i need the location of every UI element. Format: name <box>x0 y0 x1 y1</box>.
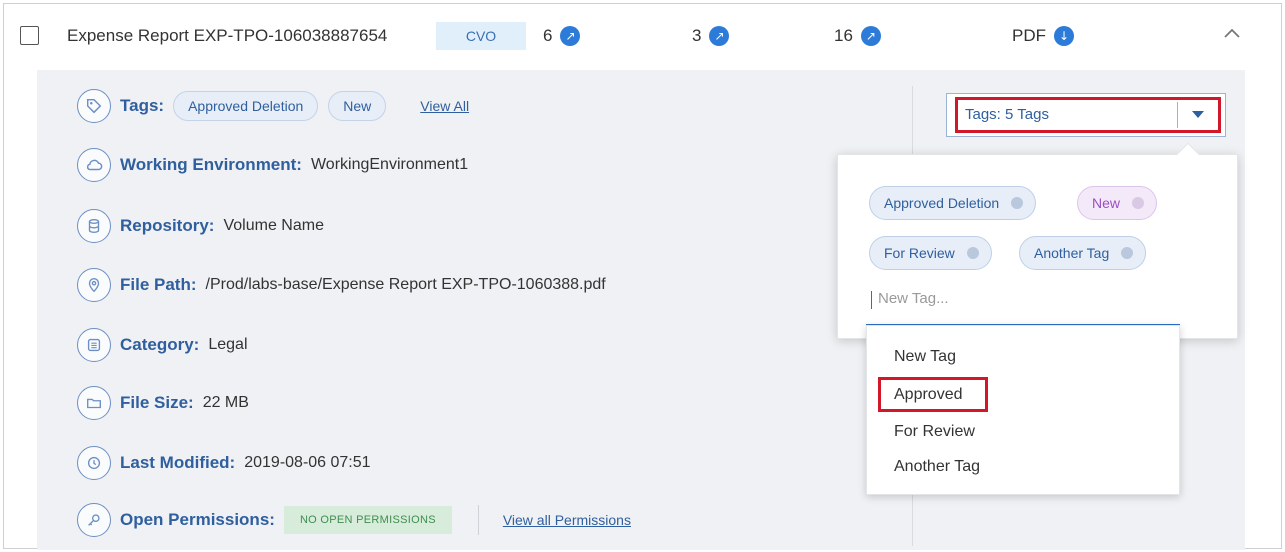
count-2-value: 3 <box>692 26 702 45</box>
repository-label: Repository: <box>120 216 215 235</box>
category-value: Legal <box>208 336 248 353</box>
tag-approved-deletion[interactable]: Approved Deletion <box>173 91 319 121</box>
last-modified-value: 2019-08-06 07:51 <box>244 454 371 471</box>
file-type-value: PDF <box>1012 26 1046 45</box>
key-icon <box>77 503 111 537</box>
selected-tag[interactable]: For Review <box>869 236 992 270</box>
open-permissions-label: Open Permissions: <box>120 510 275 529</box>
view-all-tags-link[interactable]: View All <box>420 98 469 114</box>
new-tag-input[interactable]: New Tag... <box>866 282 1180 326</box>
file-path-row: File Path: /Prod/labs-base/Expense Repor… <box>77 268 606 302</box>
environment-type-badge: CVO <box>436 22 526 50</box>
chevron-up-icon[interactable] <box>1220 22 1244 46</box>
remove-tag-icon[interactable] <box>966 247 979 259</box>
last-modified-label: Last Modified: <box>120 453 236 472</box>
working-environment-label: Working Environment: <box>120 155 302 174</box>
selected-tag-label: New <box>1092 195 1121 211</box>
selected-tag-label: Approved Deletion <box>884 195 1000 211</box>
new-tag-placeholder: New Tag... <box>878 290 949 307</box>
file-size-row: File Size: 22 MB <box>77 386 249 420</box>
cloud-icon <box>77 148 111 182</box>
tags-label: Tags: <box>120 96 165 115</box>
view-all-permissions-link[interactable]: View all Permissions <box>503 512 631 528</box>
open-link-icon[interactable] <box>709 26 730 46</box>
remove-tag-icon[interactable] <box>1011 197 1024 209</box>
list-icon <box>77 328 111 362</box>
tag-new[interactable]: New <box>328 91 387 121</box>
result-header: Expense Report EXP-TPO-106038887654 CVO … <box>4 4 1281 66</box>
menu-item-for-review[interactable]: For Review <box>894 423 975 441</box>
last-modified-row: Last Modified: 2019-08-06 07:51 <box>77 446 371 480</box>
repository-row: Repository: Volume Name <box>77 209 324 243</box>
folder-icon <box>77 386 111 420</box>
download-icon[interactable] <box>1054 26 1074 46</box>
repository-value: Volume Name <box>223 217 324 234</box>
file-title: Expense Report EXP-TPO-106038887654 <box>67 26 388 45</box>
open-permissions-row: Open Permissions: NO OPEN PERMISSIONS Vi… <box>77 503 631 537</box>
menu-item-new-tag[interactable]: New Tag <box>894 348 956 366</box>
count-2[interactable]: 3 <box>692 26 730 46</box>
count-3[interactable]: 16 <box>834 26 881 46</box>
history-clock-icon <box>77 446 111 480</box>
separator <box>477 505 479 535</box>
selected-tag-label: Another Tag <box>1034 245 1110 261</box>
select-checkbox[interactable] <box>20 26 39 45</box>
file-path-label: File Path: <box>120 275 197 294</box>
count-1[interactable]: 6 <box>543 26 581 46</box>
file-path-value: /Prod/labs-base/Expense Report EXP-TPO-1… <box>205 276 606 293</box>
selected-tag[interactable]: New <box>1077 186 1158 220</box>
selected-tag[interactable]: Approved Deletion <box>869 186 1037 220</box>
selected-tag[interactable]: Another Tag <box>1019 236 1147 270</box>
highlight-box <box>878 377 988 412</box>
selected-tag-label: For Review <box>884 245 955 261</box>
highlight-box <box>955 97 1221 133</box>
file-size-value: 22 MB <box>202 394 249 411</box>
working-environment-value: WorkingEnvironment1 <box>310 156 469 173</box>
open-link-icon[interactable] <box>860 26 881 46</box>
open-link-icon[interactable] <box>560 26 581 46</box>
remove-tag-icon[interactable] <box>1121 247 1134 259</box>
remove-tag-icon[interactable] <box>1132 197 1145 209</box>
database-icon <box>77 209 111 243</box>
file-size-label: File Size: <box>120 393 194 412</box>
location-pin-icon <box>77 268 111 302</box>
text-cursor <box>871 291 872 309</box>
tag-icon <box>77 89 111 123</box>
working-environment-row: Working Environment: WorkingEnvironment1 <box>77 148 468 182</box>
menu-item-another-tag[interactable]: Another Tag <box>894 458 980 476</box>
tags-row: Tags: Approved Deletion New View All <box>77 89 469 123</box>
count-3-value: 16 <box>834 26 853 45</box>
category-label: Category: <box>120 335 200 354</box>
permission-status-badge: NO OPEN PERMISSIONS <box>283 506 452 534</box>
count-1-value: 6 <box>543 26 553 45</box>
file-type[interactable]: PDF <box>1012 26 1074 46</box>
category-row: Category: Legal <box>77 328 248 362</box>
